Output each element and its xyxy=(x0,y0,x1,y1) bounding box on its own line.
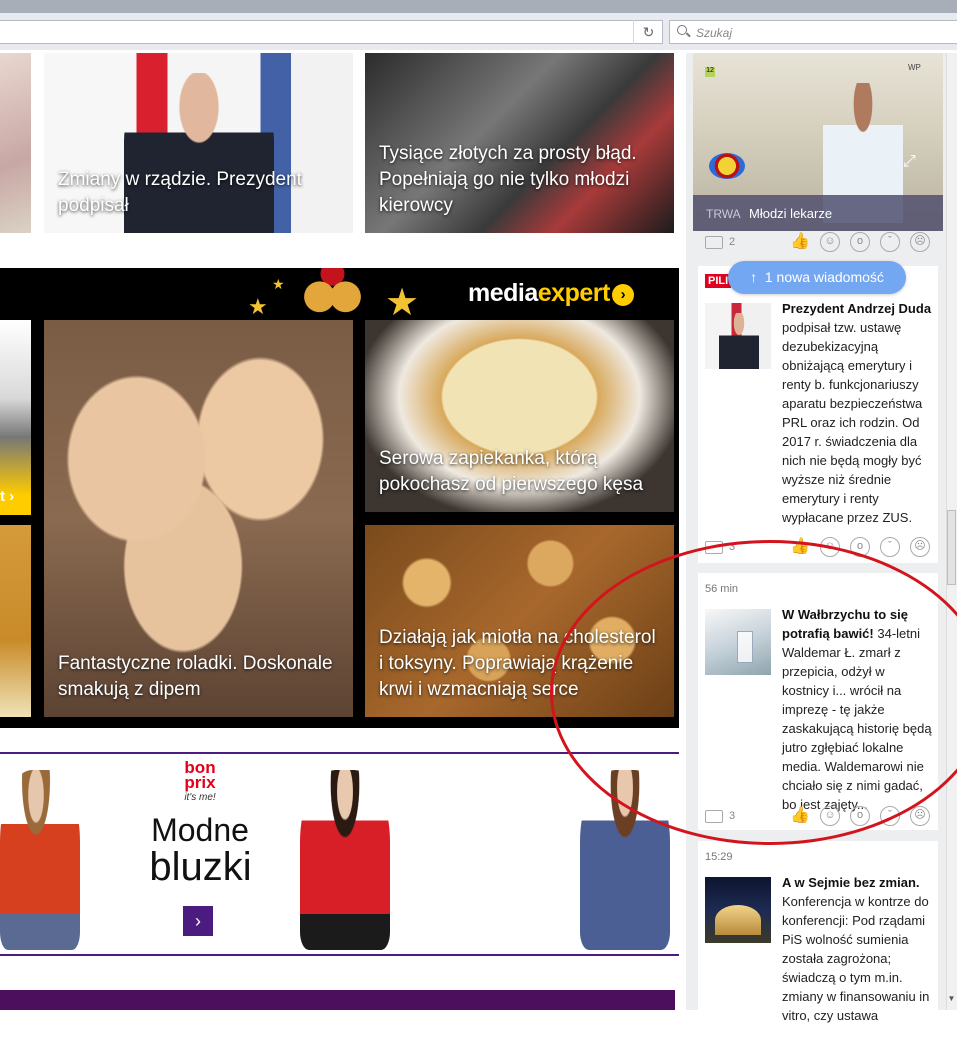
comment-count: 3 xyxy=(729,810,736,822)
laugh-icon[interactable]: ☺ xyxy=(820,806,840,826)
new-message-pill[interactable]: ↑ 1 nowa wiadomość xyxy=(728,261,906,294)
sad-icon[interactable]: ☹ xyxy=(910,806,930,826)
video-title: Młodzi lekarze xyxy=(749,206,833,221)
thumbs-up-icon[interactable]: 👍 xyxy=(790,537,810,557)
tile-edge-text: t › xyxy=(0,488,15,505)
bonprix-arrow-button[interactable]: › xyxy=(183,906,213,936)
tile-appliances[interactable]: t › xyxy=(0,320,31,515)
arrow-right-icon: › xyxy=(611,284,634,306)
channel-logo: WP xyxy=(908,63,921,72)
search-input[interactable] xyxy=(694,23,948,43)
article-headline: A w Sejmie bez zmian. xyxy=(782,875,920,890)
surprised-icon[interactable]: o xyxy=(850,537,870,557)
sad-icon[interactable]: ☹ xyxy=(910,232,930,252)
article-text[interactable]: W Wałbrzychu to się potrafią bawić! 34-l… xyxy=(782,605,932,814)
comment-icon[interactable] xyxy=(705,541,723,554)
article-thumbnail[interactable] xyxy=(705,877,771,943)
laugh-icon[interactable]: ☺ xyxy=(820,232,840,252)
glass-photo xyxy=(737,631,753,663)
article-thumbnail[interactable] xyxy=(705,303,771,369)
tile-caption: Tysiące złotych za prosty błąd. Popełnia… xyxy=(379,143,637,216)
article-headline: Prezydent Andrzej Duda xyxy=(782,301,932,316)
comment-count: 2 xyxy=(729,236,736,248)
tile-caption: Fantastyczne roladki. Doskonale smakują … xyxy=(58,653,333,700)
search-box[interactable] xyxy=(669,20,957,44)
tile-caption: Działają jak miotła na cholesterol i tok… xyxy=(379,627,656,700)
tile-caption: Serowa zapiekanka, którą pokochasz od pi… xyxy=(379,448,644,495)
reactions-bar: 2 👍 ☺ o ˇ ☹ xyxy=(705,232,933,258)
reactions-bar: 3 👍 ☺ o ˇ ☹ xyxy=(705,537,933,563)
expand-icon[interactable]: ⤢ xyxy=(903,153,916,171)
scroll-down-arrow-icon[interactable]: ▼ xyxy=(947,994,956,1006)
comment-icon[interactable] xyxy=(705,810,723,823)
surprised-icon[interactable]: o xyxy=(850,806,870,826)
article-body: podpisał tzw. ustawę dezubekizacyjną obn… xyxy=(782,320,923,525)
article-body: Konferencja w kontrze do konferencji: Po… xyxy=(782,894,930,1023)
scrollbar-thumb[interactable] xyxy=(947,510,956,585)
tile-cholesterol[interactable]: Działają jak miotła na cholesterol i tok… xyxy=(365,525,674,717)
bonprix-headline-2: bluzki xyxy=(149,845,252,889)
surprised-icon[interactable]: o xyxy=(850,232,870,252)
thumbs-up-icon[interactable]: 👍 xyxy=(790,232,810,252)
comment-count: 3 xyxy=(729,541,736,553)
tv-logo-icon xyxy=(709,153,745,179)
christmas-bells-icon xyxy=(300,268,365,316)
article-thumbnail[interactable] xyxy=(705,609,771,675)
comment-icon[interactable] xyxy=(705,236,723,249)
model-photo xyxy=(450,770,535,950)
tile-fuel[interactable]: Tysiące złotych za prosty błąd. Popełnia… xyxy=(365,53,674,233)
laugh-icon[interactable]: ☺ xyxy=(820,537,840,557)
article-body: 34-letni Waldemar Ł. zmarł z przepicia, … xyxy=(782,626,932,812)
article-time: 15:29 xyxy=(705,851,733,863)
address-bar[interactable] xyxy=(0,20,663,44)
live-video-player[interactable]: 12 WP ⤢ TRWA Młodzi lekarze xyxy=(693,53,943,231)
search-icon xyxy=(677,25,687,35)
bonprix-headline-1: Modne xyxy=(151,812,249,848)
model-photo xyxy=(0,770,80,950)
age-rating-badge: 12 xyxy=(705,67,715,77)
star-icon: ★ xyxy=(385,282,420,324)
star-icon: ★ xyxy=(272,276,285,292)
cry-icon[interactable]: ˇ xyxy=(880,537,900,557)
model-photo xyxy=(580,770,670,950)
mediaexpert-logo[interactable]: mediaexpert › xyxy=(468,279,634,308)
cry-icon[interactable]: ˇ xyxy=(880,232,900,252)
tile-food-partial[interactable] xyxy=(0,525,31,717)
browser-toolbar: ↻ xyxy=(0,0,957,50)
star-icon: ★ xyxy=(248,294,268,319)
article-text[interactable]: Prezydent Andrzej Duda podpisał tzw. ust… xyxy=(782,299,932,527)
reactions-bar: 3 👍 ☺ o ˇ ☹ xyxy=(705,806,933,832)
bonprix-logo[interactable]: bon prix it's me! xyxy=(176,759,224,805)
live-status: TRWA xyxy=(706,207,741,221)
tile-partial-left[interactable] xyxy=(0,53,31,233)
cry-icon[interactable]: ˇ xyxy=(880,806,900,826)
model-photo xyxy=(300,770,390,950)
purple-banner[interactable] xyxy=(0,990,675,1010)
reload-icon[interactable]: ↻ xyxy=(633,20,663,44)
article-text[interactable]: A w Sejmie bez zmian. Konferencja w kont… xyxy=(782,873,932,1025)
tile-caption: Zmiany w rządzie. Prezydent podpisał xyxy=(58,169,302,216)
tile-zapiekanka[interactable]: Serowa zapiekanka, którą pokochasz od pi… xyxy=(365,320,674,512)
arrow-up-icon: ↑ xyxy=(750,269,758,285)
browser-titlebar xyxy=(0,0,957,13)
article-time: 56 min xyxy=(705,583,739,595)
sejm-dome-photo xyxy=(715,905,761,935)
tile-roladki[interactable]: Fantastyczne roladki. Doskonale smakują … xyxy=(44,320,353,717)
thumbs-up-icon[interactable]: 👍 xyxy=(790,806,810,826)
sad-icon[interactable]: ☹ xyxy=(910,537,930,557)
tile-president[interactable]: Zmiany w rządzie. Prezydent podpisał xyxy=(44,53,353,233)
person-photo xyxy=(719,313,759,369)
